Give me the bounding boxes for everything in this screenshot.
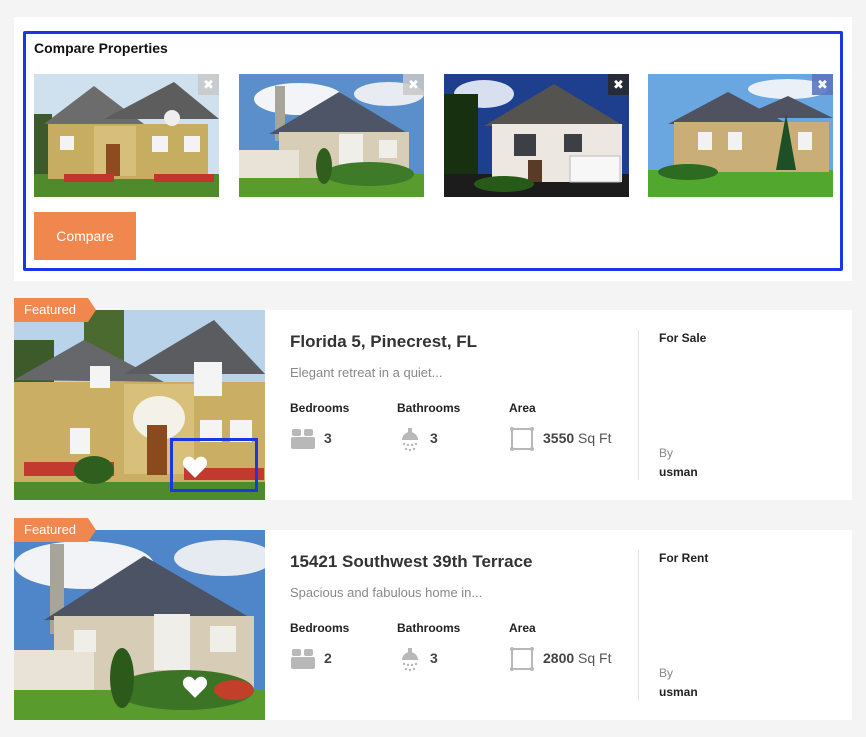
house-photo (34, 74, 219, 197)
house-photo (14, 530, 265, 720)
close-icon[interactable]: ✖ (403, 74, 424, 95)
area-number: 3550 (543, 430, 575, 446)
listing-card[interactable]: Featured Florida 5, Pinecrest, FL Elegan… (14, 298, 852, 500)
house-photo (239, 74, 424, 197)
listing-title[interactable]: Florida 5, Pinecrest, FL (290, 332, 477, 352)
bedrooms-label: Bedrooms (290, 401, 350, 415)
compare-title: Compare Properties (34, 40, 168, 56)
shower-icon (402, 428, 418, 452)
bathrooms-value: 3 (430, 430, 438, 446)
close-icon[interactable]: ✖ (198, 74, 219, 95)
area-icon (510, 647, 534, 671)
area-unit: Sq Ft (578, 430, 612, 446)
heart-icon[interactable] (182, 455, 208, 479)
bedrooms-label: Bedrooms (290, 621, 350, 635)
listing-image[interactable] (14, 530, 265, 720)
area-label: Area (509, 401, 536, 415)
bathrooms-value: 3 (430, 650, 438, 666)
compare-thumbnail[interactable]: ✖ (648, 74, 833, 197)
area-value: 3550 Sq Ft (543, 430, 612, 446)
divider (638, 550, 639, 700)
heart-icon[interactable] (182, 675, 208, 699)
house-photo (648, 74, 833, 197)
compare-thumbnail[interactable]: ✖ (34, 74, 219, 197)
listing-status: For Sale (659, 331, 707, 345)
area-label: Area (509, 621, 536, 635)
listing-title[interactable]: 15421 Southwest 39th Terrace (290, 552, 533, 572)
area-value: 2800 Sq Ft (543, 650, 612, 666)
compare-panel: Compare Properties ✖ ✖ ✖ ✖ Compare (14, 17, 852, 281)
bathrooms-label: Bathrooms (397, 401, 461, 415)
compare-thumbnail[interactable]: ✖ (239, 74, 424, 197)
agent-name[interactable]: usman (659, 685, 698, 699)
listing-status: For Rent (659, 551, 709, 565)
listing-card[interactable]: Featured 15421 Southwest 39th Terrace Sp… (14, 518, 852, 720)
area-unit: Sq Ft (578, 650, 612, 666)
bed-icon (291, 649, 315, 669)
agent-name[interactable]: usman (659, 465, 698, 479)
bedrooms-value: 2 (324, 650, 332, 666)
close-icon[interactable]: ✖ (812, 74, 833, 95)
listing-description: Spacious and fabulous home in... (290, 585, 483, 600)
divider (638, 330, 639, 480)
listing-description: Elegant retreat in a quiet... (290, 365, 443, 380)
bathrooms-label: Bathrooms (397, 621, 461, 635)
by-label: By (659, 666, 674, 680)
by-label: By (659, 446, 674, 460)
house-photo (444, 74, 629, 197)
shower-icon (402, 648, 418, 672)
area-icon (510, 427, 534, 451)
compare-box: Compare Properties ✖ ✖ ✖ ✖ Compare (23, 31, 843, 271)
area-number: 2800 (543, 650, 575, 666)
compare-thumbnail[interactable]: ✖ (444, 74, 629, 197)
compare-button[interactable]: Compare (34, 212, 136, 260)
bedrooms-value: 3 (324, 430, 332, 446)
featured-badge: Featured (14, 298, 97, 322)
featured-badge: Featured (14, 518, 97, 542)
listing-image[interactable] (14, 310, 265, 500)
close-icon[interactable]: ✖ (608, 74, 629, 95)
bed-icon (291, 429, 315, 449)
